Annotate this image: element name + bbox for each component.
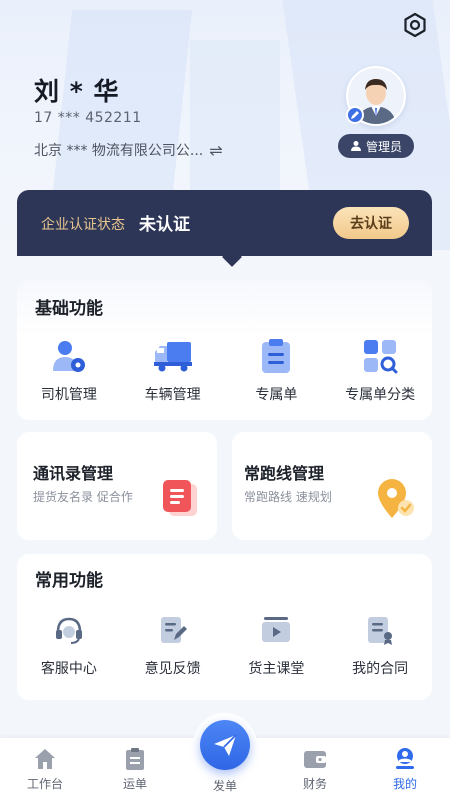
exclusive-order-category-label: 专属单分类 xyxy=(345,387,416,403)
exclusive-order-label: 专属单 xyxy=(255,387,298,403)
company-switcher[interactable]: 北京 *** 物流有限公司公... ⇌ xyxy=(34,140,223,160)
customer-service-label: 客服中心 xyxy=(40,661,97,677)
tab-publish-label: 发单 xyxy=(212,779,237,793)
frequent-route-management-card[interactable]: 常跑线管理 常跑路线 速规划 xyxy=(232,432,432,540)
common-functions-title: 常用功能 xyxy=(35,571,103,591)
tab-mine[interactable]: 我的 xyxy=(360,738,450,800)
switch-icon: ⇌ xyxy=(209,140,223,160)
contacts-management-card[interactable]: 通讯录管理 提货友名录 促合作 xyxy=(17,432,217,540)
driver-settings-icon xyxy=(49,336,89,376)
document-icon xyxy=(159,476,203,520)
clipboard-icon xyxy=(256,336,296,376)
admin-person-icon xyxy=(350,141,361,151)
truck-icon xyxy=(153,336,193,376)
send-plane-icon xyxy=(214,734,237,756)
publish-order-button[interactable] xyxy=(200,720,250,770)
driver-management-button[interactable]: 司机管理 xyxy=(17,336,121,404)
category-grid-icon xyxy=(360,336,400,376)
frequent-route-management-subtitle: 常跑路线 速规划 xyxy=(244,490,332,504)
wallet-icon xyxy=(302,746,328,772)
pencil-icon xyxy=(351,111,359,119)
shipper-classroom-button[interactable]: 货主课堂 xyxy=(225,610,329,678)
tab-workbench-label: 工作台 xyxy=(26,777,63,791)
tab-finance[interactable]: 财务 xyxy=(270,738,360,800)
tab-waybill[interactable]: 运单 xyxy=(90,738,180,800)
role-label: 管理员 xyxy=(365,139,402,154)
tab-mine-label: 我的 xyxy=(392,777,417,791)
certify-button[interactable]: 去认证 xyxy=(333,207,409,239)
contract-icon xyxy=(360,610,400,650)
frequent-route-management-title: 常跑线管理 xyxy=(244,464,325,483)
exclusive-order-button[interactable]: 专属单 xyxy=(225,336,329,404)
shipper-classroom-label: 货主课堂 xyxy=(248,661,305,677)
user-name: 刘 * 华 xyxy=(34,77,120,106)
headset-icon xyxy=(49,610,89,650)
feedback-label: 意见反馈 xyxy=(144,661,201,677)
feedback-button[interactable]: 意见反馈 xyxy=(121,610,225,678)
customer-service-button[interactable]: 客服中心 xyxy=(17,610,121,678)
gear-icon xyxy=(404,12,426,38)
certification-status: 未认证 xyxy=(139,215,190,235)
feedback-edit-icon xyxy=(153,610,193,650)
tab-finance-label: 财务 xyxy=(302,777,327,791)
basic-functions-card: 基础功能 司机管理 车辆管理 专属单 专属单分类 xyxy=(17,280,432,420)
certification-banner: 企业认证状态 未认证 去认证 xyxy=(17,190,432,256)
company-name: 北京 *** 物流有限公司公... xyxy=(34,143,204,159)
common-functions-card: 常用功能 客服中心 意见反馈 货主课堂 我的合同 xyxy=(17,554,432,700)
contacts-management-title: 通讯录管理 xyxy=(33,464,114,483)
vehicle-management-label: 车辆管理 xyxy=(144,387,201,403)
user-icon xyxy=(392,746,418,772)
contacts-management-subtitle: 提货友名录 促合作 xyxy=(33,490,133,504)
certification-label: 企业认证状态 xyxy=(41,217,125,233)
vehicle-management-button[interactable]: 车辆管理 xyxy=(121,336,225,404)
avatar-edit-button[interactable] xyxy=(346,106,364,124)
tab-workbench[interactable]: 工作台 xyxy=(0,738,90,800)
exclusive-order-category-button[interactable]: 专属单分类 xyxy=(328,336,432,404)
video-play-icon xyxy=(256,610,296,650)
location-pin-icon xyxy=(374,476,418,520)
basic-functions-title: 基础功能 xyxy=(35,299,103,319)
home-icon xyxy=(32,746,58,772)
role-badge: 管理员 xyxy=(338,134,414,158)
my-contracts-button[interactable]: 我的合同 xyxy=(328,610,432,678)
my-contracts-label: 我的合同 xyxy=(352,661,409,677)
driver-management-label: 司机管理 xyxy=(40,387,97,403)
tab-waybill-label: 运单 xyxy=(122,777,147,791)
waybill-icon xyxy=(122,746,148,772)
avatar[interactable] xyxy=(346,66,406,126)
user-phone: 17 *** 452211 xyxy=(34,110,142,126)
settings-button[interactable] xyxy=(400,10,430,40)
